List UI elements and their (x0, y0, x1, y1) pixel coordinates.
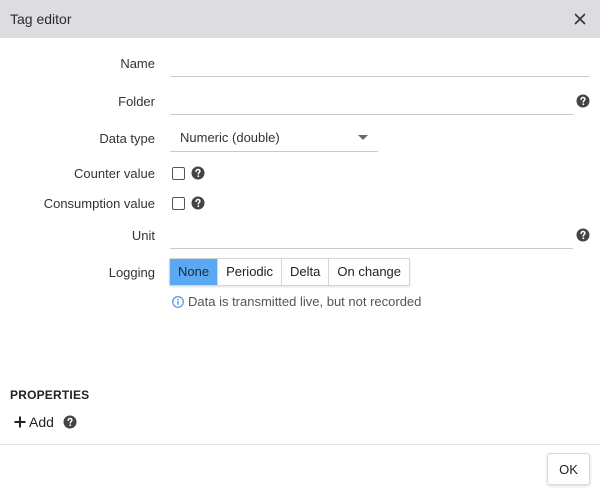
help-icon[interactable] (191, 196, 205, 210)
close-icon (570, 9, 590, 29)
consumption-value-label: Consumption value (43, 196, 155, 211)
unit-label: Unit (131, 228, 155, 243)
help-icon[interactable] (576, 228, 590, 242)
ok-button[interactable]: OK (547, 453, 590, 485)
data-type-value: Numeric (double) (180, 130, 280, 145)
close-button[interactable] (570, 9, 590, 29)
counter-value-label: Counter value (74, 166, 155, 181)
info-icon (172, 295, 184, 308)
name-input[interactable] (170, 53, 590, 77)
chevron-down-icon (358, 135, 368, 140)
logging-option-on-change[interactable]: On change (329, 259, 409, 285)
logging-info: Data is transmitted live, but not record… (172, 294, 421, 309)
logging-option-none[interactable]: None (170, 259, 219, 285)
help-icon[interactable] (576, 94, 590, 108)
dialog-titlebar: Tag editor (0, 0, 600, 38)
logging-info-text: Data is transmitted live, but not record… (188, 294, 422, 309)
name-label: Name (120, 56, 155, 71)
folder-label: Folder (118, 94, 155, 109)
help-icon[interactable] (63, 415, 77, 429)
counter-value-checkbox[interactable] (172, 167, 185, 180)
add-property-label: Add (29, 414, 54, 430)
footer-divider (0, 444, 600, 445)
folder-input[interactable] (170, 91, 573, 115)
data-type-label: Data type (99, 131, 155, 146)
plus-icon (14, 416, 26, 428)
properties-title: PROPERTIES (10, 388, 90, 402)
help-icon[interactable] (191, 166, 205, 180)
logging-segmented-control: None Periodic Delta On change (169, 258, 411, 286)
data-type-select[interactable]: Numeric (double) (170, 125, 378, 152)
unit-input[interactable] (170, 225, 573, 249)
logging-option-periodic[interactable]: Periodic (218, 259, 283, 285)
consumption-value-checkbox[interactable] (172, 197, 185, 210)
logging-option-delta[interactable]: Delta (282, 259, 330, 285)
dialog-title: Tag editor (10, 11, 72, 27)
add-property-button[interactable]: Add (14, 413, 54, 431)
logging-label: Logging (108, 265, 155, 280)
